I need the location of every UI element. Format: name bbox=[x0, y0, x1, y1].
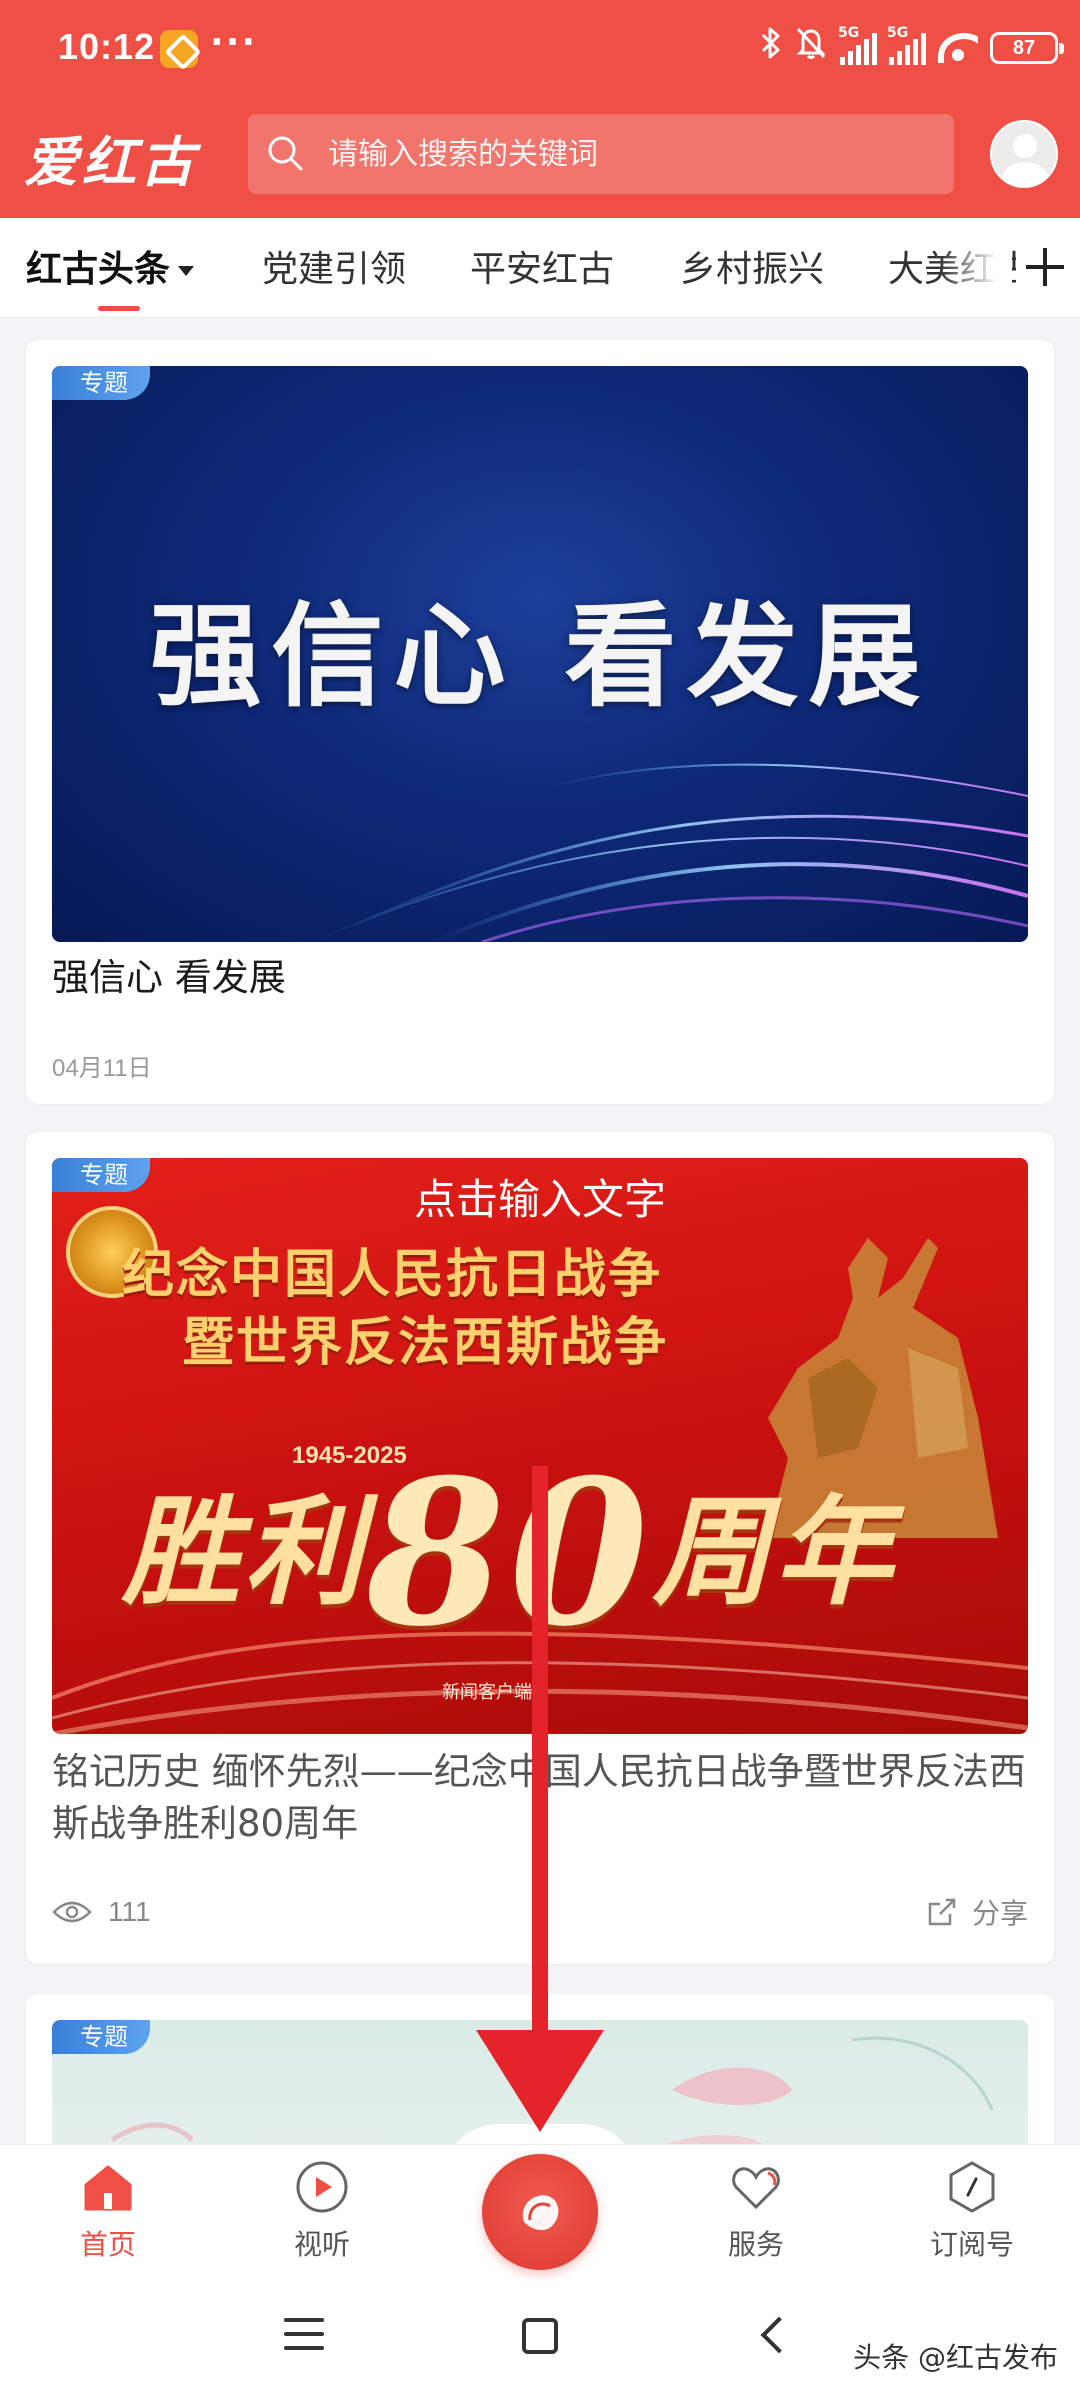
add-channel-button[interactable] bbox=[1016, 232, 1080, 302]
system-navigation-bar: 头条 @红古发布 bbox=[0, 2274, 1080, 2400]
more-notifications-icon: ··· bbox=[210, 22, 258, 63]
search-bar[interactable] bbox=[248, 114, 954, 194]
wifi-icon bbox=[938, 33, 978, 63]
nav-subscriptions[interactable]: 订阅号 bbox=[902, 2159, 1042, 2263]
bluetooth-icon bbox=[760, 26, 782, 71]
tab-rural-revitalization[interactable]: 乡村振兴 bbox=[680, 240, 824, 292]
nav-video[interactable]: 视听 bbox=[252, 2159, 392, 2263]
card-1-banner: 专题 强信心 看发展 bbox=[52, 366, 1028, 942]
home-icon bbox=[84, 2165, 132, 2211]
compass-icon bbox=[949, 2161, 995, 2213]
card-views: 111 bbox=[52, 1896, 151, 1928]
banner-overlay-text: 点击输入文字 bbox=[413, 1175, 666, 1224]
topic-tag: 专题 bbox=[52, 1158, 150, 1192]
center-action-button[interactable] bbox=[482, 2154, 598, 2270]
topic-tag: 专题 bbox=[52, 2020, 150, 2054]
header: 10:12 ··· 5G 5G 87 爱红古 请输入搜索的关键词 bbox=[0, 0, 1080, 218]
watermark: 头条 @红古发布 bbox=[853, 2341, 1058, 2374]
signal-icon-1: 5G bbox=[838, 25, 877, 65]
banner-victory-text: 胜利80周年 bbox=[122, 1436, 897, 1671]
recent-apps-icon[interactable] bbox=[284, 2318, 324, 2352]
status-icons: 5G 5G 87 bbox=[760, 25, 1064, 71]
nav-services[interactable]: 服务 bbox=[686, 2159, 826, 2263]
card-title: 强信心 看发展 bbox=[52, 956, 286, 999]
system-home-icon[interactable] bbox=[522, 2318, 558, 2354]
card-2-banner: 专题 点击输入文字 纪念中国人民抗日战争 暨世界反法西斯战争 1945-2025… bbox=[52, 1158, 1028, 1734]
channel-tabs: 红古头条 党建引领 平安红古 乡村振兴 大美红古 bbox=[0, 218, 1080, 318]
active-tab-indicator bbox=[98, 306, 140, 311]
tab-party-building[interactable]: 党建引领 bbox=[262, 240, 406, 292]
news-card-1[interactable]: 专题 强信心 看发展 强信心 看发展 04月11日 bbox=[26, 340, 1054, 1104]
banner-source: 新闻客户端 bbox=[442, 1682, 532, 1703]
card-title: 铭记历史 缅怀先烈——纪念中国人民抗日战争暨世界反法西斯战争胜利80周年 bbox=[52, 1750, 1026, 1845]
topic-tag: 专题 bbox=[52, 366, 150, 400]
status-bar: 10:12 ··· 5G 5G 87 bbox=[0, 0, 1080, 100]
play-icon bbox=[296, 2161, 348, 2213]
top-bar: 爱红古 bbox=[0, 100, 1080, 218]
search-icon bbox=[268, 136, 303, 171]
tab-honggu-headlines[interactable]: 红古头条 bbox=[26, 240, 195, 292]
news-card-2[interactable]: 专题 点击输入文字 纪念中国人民抗日战争 暨世界反法西斯战争 1945-2025… bbox=[26, 1132, 1054, 1964]
banner-line-1: 纪念中国人民抗日战争 bbox=[122, 1244, 663, 1305]
tabs-fade bbox=[940, 218, 1012, 316]
tab-safe-honggu[interactable]: 平安红古 bbox=[470, 240, 614, 292]
share-icon bbox=[928, 1898, 956, 1926]
signal-icon-2: 5G bbox=[887, 25, 926, 65]
battery-icon: 87 bbox=[990, 32, 1064, 64]
search-input[interactable] bbox=[328, 114, 928, 194]
status-time: 10:12 bbox=[58, 26, 156, 67]
center-logo-icon bbox=[522, 2195, 559, 2231]
app-notification-icon bbox=[160, 30, 198, 68]
mute-bell-icon bbox=[794, 25, 828, 72]
card-date: 04月11日 bbox=[52, 1055, 152, 1082]
eye-icon bbox=[52, 1901, 92, 1923]
banner-headline: 强信心 看发展 bbox=[149, 591, 931, 722]
share-button[interactable]: 分享 bbox=[926, 1892, 1028, 1932]
caret-down-icon bbox=[178, 266, 195, 276]
view-count: 111 bbox=[108, 1896, 151, 1927]
banner-line-2: 暨世界反法西斯战争 bbox=[182, 1312, 669, 1373]
user-avatar[interactable] bbox=[990, 120, 1058, 188]
heart-icon bbox=[732, 2167, 780, 2210]
back-icon[interactable] bbox=[760, 2316, 798, 2354]
app-logo: 爱红古 bbox=[24, 130, 198, 194]
nav-home[interactable]: 首页 bbox=[38, 2159, 178, 2263]
app-screen: 10:12 ··· 5G 5G 87 爱红古 请输入搜索的关键词 红古头条 党建… bbox=[0, 0, 1080, 2400]
